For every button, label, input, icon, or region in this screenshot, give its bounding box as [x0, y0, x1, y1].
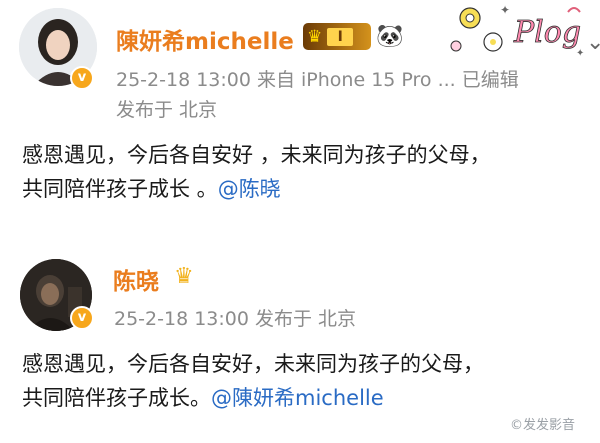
panda-icon: 🐼 [376, 24, 404, 49]
chevron-down-icon[interactable]: ⌄ [586, 30, 600, 55]
post-body-text: 共同陪伴孩子成长 。 [22, 177, 218, 201]
post-timestamp-source: 25-2-18 13:00 来自 iPhone 15 Pro ... 已编辑 [116, 69, 519, 91]
verified-badge-icon: v [70, 306, 94, 330]
post-body-text: 共同陪伴孩子成长。 [22, 386, 211, 410]
post-timestamp-location: 25-2-18 13:00 发布于 北京 [114, 308, 357, 330]
crown-icon: ♛ [174, 264, 194, 289]
svg-text:✦: ✦ [576, 48, 584, 59]
post-body-line: 感恩遇见，今后各自安好，未来同为孩子的父母， [22, 352, 484, 376]
plog-sticker: Plog ✦ ✦ [450, 3, 584, 59]
plog-text: Plog [513, 15, 581, 50]
post-body: 感恩遇见，今后各自安好，未来同为孩子的父母， 共同陪伴孩子成长。@陳妍希mich… [22, 347, 484, 415]
post-body: 感恩遇见，今后各自安好 ，未来同为孩子的父母， 共同陪伴孩子成长 。@陈晓 [22, 138, 491, 206]
watermark: ©发发影音 [510, 418, 576, 433]
post-body-line: 共同陪伴孩子成长。@陳妍希michelle [22, 381, 484, 415]
crown-icon: ♛ [307, 26, 323, 47]
post-location: 发布于 北京 [116, 99, 218, 121]
mention-link[interactable]: @陈晓 [218, 177, 281, 201]
author-name[interactable]: 陈晓 [113, 262, 159, 296]
verified-badge-icon: v [70, 66, 94, 90]
vip-level: I [327, 27, 354, 46]
author-name[interactable]: 陳妍希michelle [116, 22, 294, 56]
mention-link[interactable]: @陳妍希michelle [211, 386, 384, 410]
post-body-line: 感恩遇见，今后各自安好 ，未来同为孩子的父母， [22, 143, 491, 167]
post-body-line: 共同陪伴孩子成长 。@陈晓 [22, 172, 491, 206]
svg-text:✦: ✦ [500, 3, 510, 17]
vip-level-badge[interactable]: ♛ I [303, 23, 371, 50]
